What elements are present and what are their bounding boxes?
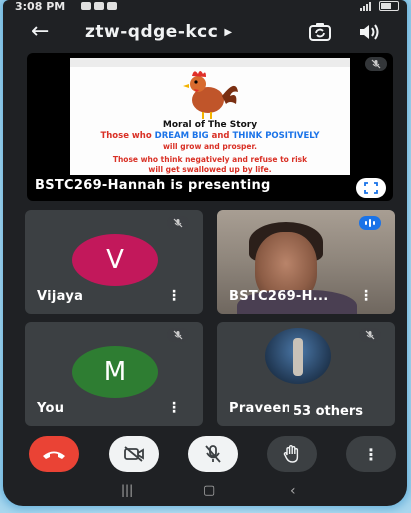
participant-tile-you[interactable]: M You ⋮ — [25, 322, 203, 426]
raise-hand-button[interactable] — [267, 436, 317, 472]
more-vert-icon[interactable]: ⋮ — [167, 400, 181, 416]
slide-header-strip — [70, 58, 350, 67]
fullscreen-icon — [364, 182, 378, 194]
avatar-initial: M — [103, 357, 127, 387]
camera-toggle-button[interactable] — [109, 436, 159, 472]
recent-apps-icon[interactable]: ||| — [121, 483, 133, 497]
status-right — [360, 1, 399, 11]
slide-title: Moral of The Story — [162, 120, 258, 130]
system-nav-bar: ||| ▢ ‹ — [3, 483, 407, 503]
mic-off-icon — [371, 59, 381, 69]
meeting-code-title[interactable]: ztw-qdge-kcc ▶ — [85, 22, 233, 42]
avatar-initial: V — [106, 245, 124, 275]
more-vert-icon: ⋮ — [363, 444, 379, 464]
meeting-code: ztw-qdge-kcc — [85, 22, 219, 42]
status-bar: 3:08 PM — [3, 0, 407, 16]
status-time: 3:08 PM — [15, 0, 66, 13]
slide-highlight: DREAM BIG — [154, 131, 209, 141]
notification-icon — [81, 2, 91, 10]
raise-hand-icon — [283, 445, 299, 463]
more-vert-icon[interactable]: ⋮ — [167, 288, 181, 304]
mic-off-icon — [365, 330, 375, 340]
mic-off-icon — [205, 445, 221, 463]
others-avatar — [265, 328, 331, 384]
avatar: V — [72, 234, 158, 286]
speaking-indicator-icon — [359, 216, 381, 230]
notification-icon — [107, 2, 117, 10]
participant-mute-badge — [167, 216, 189, 230]
participant-tile-vijaya[interactable]: V Vijaya ⋮ — [25, 210, 203, 314]
slide-text: and — [208, 131, 233, 141]
mic-toggle-button[interactable] — [188, 436, 238, 472]
slide-line-3: Those who think negatively and refuse to… — [112, 155, 308, 164]
switch-camera-icon[interactable] — [308, 21, 332, 43]
mic-off-icon — [173, 330, 183, 340]
slide-line-1: Those who DREAM BIG and THINK POSITIVELY — [70, 131, 350, 141]
back-nav-icon[interactable]: ‹ — [290, 483, 296, 499]
battery-icon — [379, 1, 399, 11]
participant-name: Vijaya — [37, 289, 84, 304]
notification-icon — [94, 2, 104, 10]
notification-icons — [81, 2, 117, 10]
camera-off-icon — [124, 446, 144, 462]
signal-icon — [360, 1, 371, 11]
meeting-header: ← ztw-qdge-kcc ▶ — [3, 18, 407, 50]
end-call-button[interactable] — [29, 436, 79, 472]
others-count: 53 others — [289, 403, 367, 420]
more-vert-icon[interactable]: ⋮ — [359, 288, 373, 304]
avatar: M — [72, 346, 158, 398]
home-icon[interactable]: ▢ — [203, 483, 215, 498]
presentation-tile[interactable]: Moral of The Story Those who DREAM BIG a… — [27, 53, 393, 201]
slide-highlight: THINK POSITIVELY — [232, 131, 320, 141]
rooster-illustration — [183, 71, 238, 119]
call-controls: ⋮ — [3, 432, 407, 478]
fullscreen-button[interactable] — [356, 178, 386, 198]
slide-text: Those who — [100, 131, 155, 141]
others-avatar-figure — [293, 338, 303, 376]
mic-off-icon — [173, 218, 183, 228]
more-options-button[interactable]: ⋮ — [346, 436, 396, 472]
slide-line-4: will get swallowed up by life. — [148, 165, 272, 174]
participant-name: BSTC269-H... — [229, 289, 329, 304]
phone-hangup-icon — [43, 451, 65, 459]
presentation-mute-badge — [365, 57, 387, 71]
phone-screen: 3:08 PM ← ztw-qdge-kcc ▶ Moral of The St… — [3, 0, 407, 506]
back-arrow-icon[interactable]: ← — [31, 20, 49, 44]
caret-right-icon: ▶ — [224, 26, 233, 38]
shared-slide: Moral of The Story Those who DREAM BIG a… — [70, 58, 350, 175]
participant-mute-badge — [359, 328, 381, 342]
participant-tile-hannah[interactable]: BSTC269-H... ⋮ — [217, 210, 395, 314]
speaker-icon[interactable] — [358, 22, 380, 42]
participant-mute-badge — [167, 328, 189, 342]
participant-tile-others[interactable]: Praveen 53 others — [217, 322, 395, 426]
participant-name: You — [37, 401, 65, 416]
presenter-label: BSTC269-Hannah is presenting — [35, 178, 271, 193]
slide-line-2: will grow and prosper. — [162, 142, 257, 151]
participant-name: Praveen — [229, 401, 292, 416]
